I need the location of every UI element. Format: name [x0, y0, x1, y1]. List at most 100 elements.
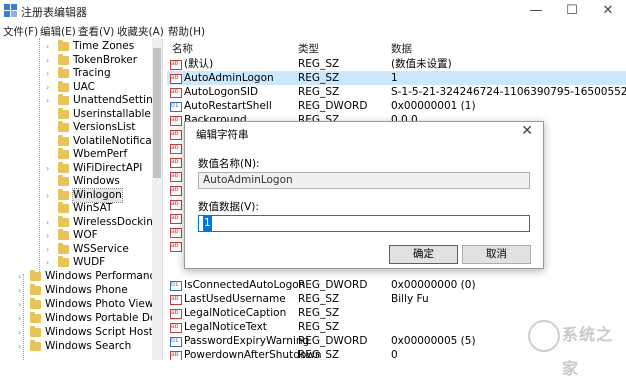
- folder-icon: [58, 188, 69, 200]
- string-value-icon: [170, 306, 182, 320]
- value-type: REG_DWORD: [298, 335, 368, 347]
- expand-chevron-icon[interactable]: ›: [46, 81, 54, 95]
- value-data-text: 1: [203, 216, 212, 231]
- value-type: REG_SZ: [298, 307, 340, 319]
- value-row[interactable]: AutoRestartShell REG_DWORD 0x00000001 (1): [167, 99, 626, 113]
- tree-item-label: Windows Script Host: [45, 326, 153, 338]
- expand-chevron-icon[interactable]: ›: [18, 312, 26, 326]
- expand-chevron-icon[interactable]: ›: [18, 284, 26, 298]
- menu-favorites[interactable]: 收藏夹(A): [117, 24, 164, 39]
- maximize-button[interactable]: ☐: [554, 0, 590, 22]
- value-type: REG_DWORD: [298, 279, 368, 291]
- tree-item-label: UnattendSettings: [73, 94, 163, 106]
- folder-icon: [58, 229, 69, 240]
- folder-icon: [58, 202, 69, 213]
- menu-edit[interactable]: 编辑(E): [40, 24, 76, 39]
- value-name-label: 数值名称(N):: [198, 158, 260, 170]
- value-name: LegalNoticeCaption: [184, 307, 287, 319]
- folder-icon: [58, 80, 69, 92]
- menu-bar: 文件(F) 编辑(E) 查看(V) 收藏夹(A) 帮助(H): [0, 22, 626, 38]
- column-header-data[interactable]: 数据: [391, 41, 412, 56]
- string-value-icon: [170, 113, 182, 127]
- tree-scrollbar-thumb[interactable]: [153, 48, 161, 178]
- tree-item-label: Winlogon: [72, 187, 123, 203]
- folder-icon: [58, 67, 69, 78]
- value-data-label: 数值数据(V):: [198, 201, 259, 213]
- expand-chevron-icon[interactable]: ›: [18, 270, 26, 284]
- ok-button[interactable]: 确定: [389, 245, 458, 264]
- expand-chevron-icon[interactable]: ›: [46, 162, 54, 176]
- value-row[interactable]: (默认) REG_SZ (数值未设置): [167, 57, 626, 71]
- string-value-icon: [170, 225, 182, 239]
- folder-icon: [30, 298, 41, 309]
- tree-item-label: Windows Performance Toolkit: [45, 270, 162, 282]
- folder-icon: [58, 121, 69, 132]
- folder-icon: [58, 40, 69, 51]
- tree-item-label: WirelessDocking: [73, 215, 160, 228]
- column-header-type[interactable]: 类型: [298, 41, 319, 56]
- value-data: 0x00000005 (5): [391, 335, 476, 347]
- value-name: (默认): [184, 58, 214, 70]
- value-type: REG_SZ: [298, 72, 340, 84]
- dword-value-icon: [170, 334, 182, 348]
- tree-item-label: VolatileNotifications: [73, 134, 162, 147]
- tree-item-label: Tracing: [73, 67, 111, 79]
- expand-chevron-icon[interactable]: ›: [46, 243, 54, 257]
- expand-chevron-icon[interactable]: ›: [46, 67, 54, 81]
- folder-icon: [58, 134, 69, 146]
- folder-icon: [58, 215, 69, 227]
- menu-help[interactable]: 帮助(H): [168, 24, 205, 39]
- folder-icon: [58, 175, 69, 186]
- string-value-icon: [170, 57, 182, 71]
- expand-chevron-icon[interactable]: ›: [46, 94, 54, 108]
- expand-chevron-icon[interactable]: ›: [46, 189, 54, 203]
- value-row[interactable]: LastUsedUsername REG_SZ Billy Fu: [167, 292, 626, 306]
- watermark-logo-icon: [528, 320, 560, 352]
- menu-view[interactable]: 查看(V): [78, 24, 114, 39]
- value-name: AutoAdminLogon: [184, 72, 274, 84]
- column-header-name[interactable]: 名称: [172, 41, 193, 56]
- tree-item-label: Userinstallable.drivers: [73, 107, 162, 120]
- value-data: 0x00000001 (1): [391, 100, 476, 112]
- dword-value-icon: [170, 278, 182, 292]
- string-value-icon: [170, 127, 182, 141]
- tree-item-label: WUDF: [73, 256, 106, 268]
- registry-key-tree[interactable]: › Time Zones › TokenBroker › Tracing › UAC ›…: [0, 38, 163, 360]
- value-type: REG_SZ: [298, 58, 340, 70]
- value-name: LastUsedUsername: [184, 293, 286, 305]
- folder-icon: [30, 340, 41, 351]
- value-row-autoadminlogon[interactable]: AutoAdminLogon REG_SZ 1: [167, 71, 626, 85]
- string-value-icon: [170, 197, 182, 211]
- expand-chevron-icon[interactable]: ›: [46, 256, 54, 270]
- value-name-field: AutoAdminLogon: [198, 172, 530, 189]
- value-name: LegalNoticeText: [184, 321, 267, 333]
- cancel-button[interactable]: 取消: [462, 245, 531, 264]
- expand-chevron-icon[interactable]: ›: [46, 54, 54, 68]
- expand-chevron-icon[interactable]: ›: [46, 40, 54, 54]
- tree-item-label: UAC: [73, 80, 96, 93]
- tree-item-label: TokenBroker: [73, 53, 138, 66]
- expand-chevron-icon[interactable]: ›: [46, 229, 54, 243]
- folder-icon: [58, 107, 69, 119]
- value-data: (数值未设置): [391, 58, 452, 70]
- tree-guide-line: [39, 38, 40, 274]
- value-data-input[interactable]: 1: [198, 215, 530, 232]
- string-value-icon: [170, 85, 182, 99]
- string-value-icon: [170, 211, 182, 225]
- minimize-button[interactable]: —: [518, 0, 554, 22]
- expand-chevron-icon[interactable]: ›: [18, 326, 26, 340]
- expand-chevron-icon[interactable]: ›: [18, 340, 26, 354]
- value-row[interactable]: AutoLogonSID REG_SZ S-1-5-21-324246724-110…: [167, 85, 626, 99]
- tree-item-label: Windows Portable Devices: [45, 312, 162, 324]
- value-type: REG_SZ: [298, 86, 340, 98]
- close-window-button[interactable]: ✕: [590, 0, 626, 22]
- expand-chevron-icon[interactable]: ›: [46, 216, 54, 230]
- value-data: Billy Fu: [391, 293, 429, 305]
- expand-chevron-icon[interactable]: ›: [18, 298, 26, 312]
- value-row[interactable]: IsConnectedAutoLogonREG_DWORD 0x00000000 …: [167, 278, 626, 292]
- menu-file[interactable]: 文件(F): [3, 24, 38, 39]
- value-name: PasswordExpiryWarning: [184, 335, 310, 347]
- dialog-close-icon[interactable]: ✕: [521, 123, 533, 139]
- dword-value-icon: [170, 99, 182, 113]
- value-data: S-1-5-21-324246724-1106390795-165005521.…: [391, 86, 626, 98]
